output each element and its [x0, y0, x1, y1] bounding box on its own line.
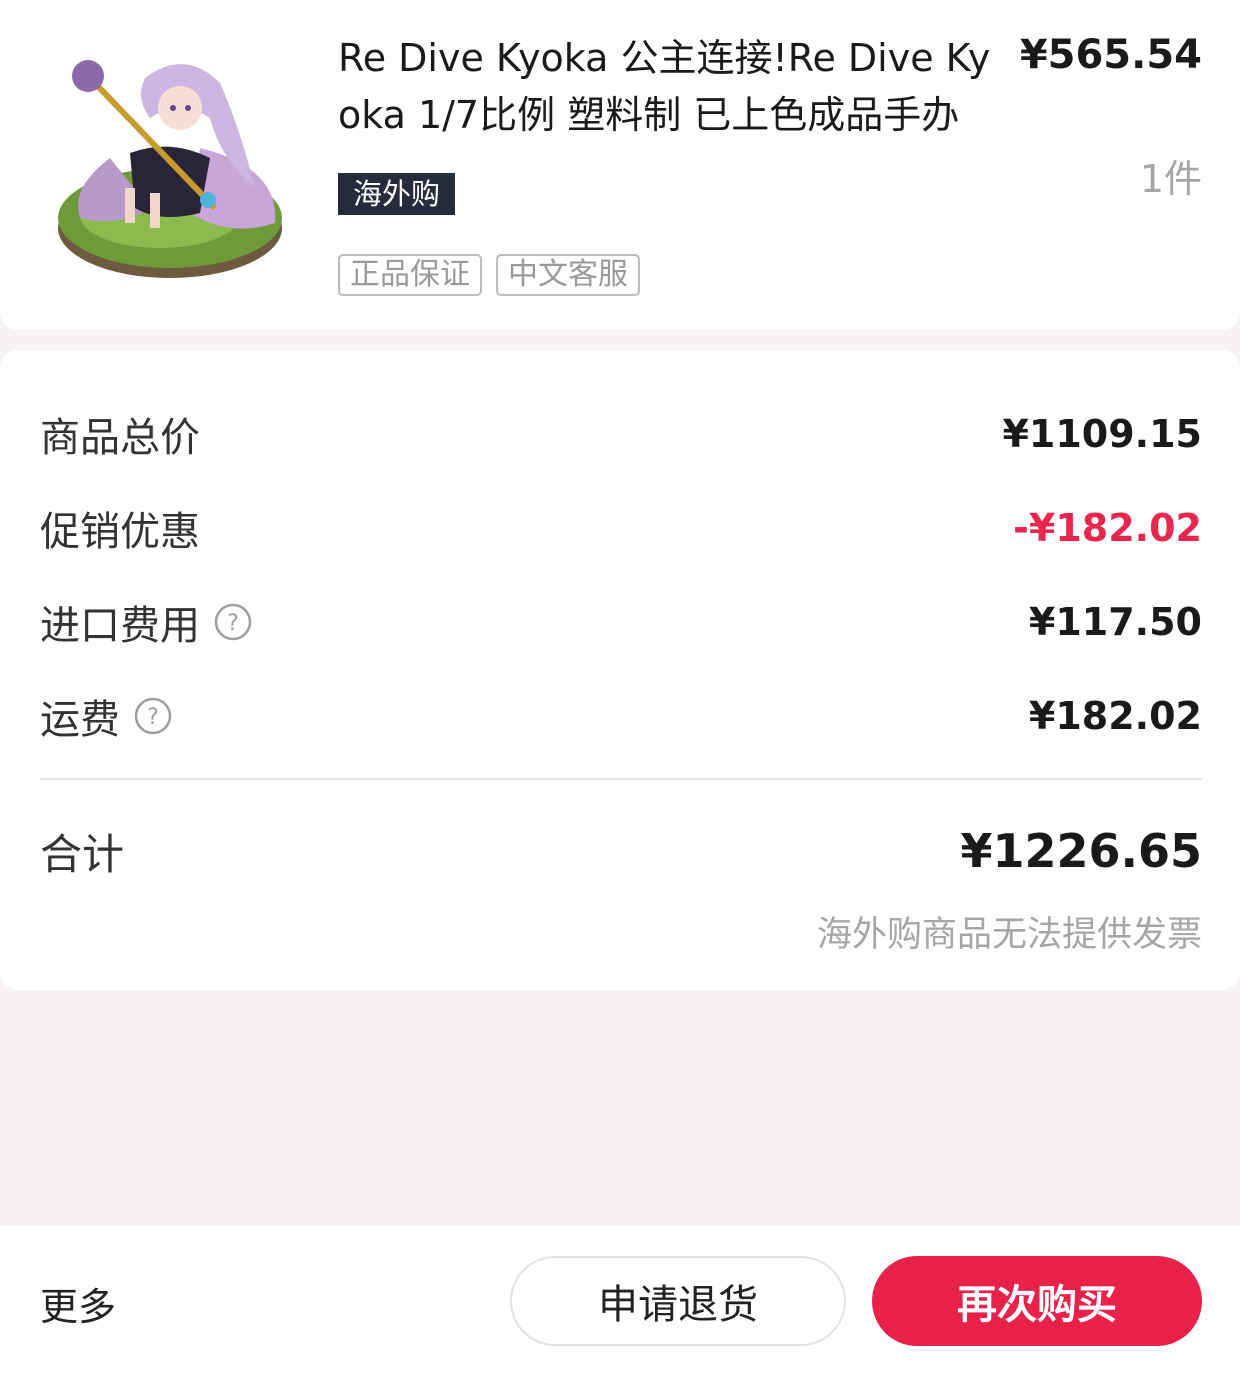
tag-authentic: 正品保证: [338, 254, 482, 296]
question-circle-icon[interactable]: ?: [214, 603, 252, 641]
summary-label: 运费: [40, 697, 120, 743]
question-circle-icon[interactable]: ?: [134, 697, 172, 735]
total-row: 合计 ¥1226.65: [40, 816, 1202, 886]
summary-value: ¥117.50: [1028, 600, 1202, 644]
svg-text:?: ?: [147, 705, 159, 730]
divider: [40, 778, 1202, 780]
product-title[interactable]: Re Dive Kyoka 公主连接!Re Dive Kyoka 1/7比例 塑…: [338, 30, 998, 144]
price-summary-card: 商品总价 ¥1109.15 促销优惠 -¥182.02 进口费用 ? ¥117.…: [0, 350, 1240, 990]
buy-again-button[interactable]: 再次购买: [872, 1256, 1202, 1346]
bottom-action-bar: 更多 申请退货 再次购买: [0, 1226, 1240, 1374]
summary-row-subtotal: 商品总价 ¥1109.15: [40, 404, 1202, 464]
total-value: ¥1226.65: [960, 824, 1202, 878]
summary-value: ¥182.02: [1028, 694, 1202, 738]
service-tags: 正品保证 中文客服: [338, 254, 640, 296]
summary-label: 商品总价: [40, 415, 200, 461]
svg-text:?: ?: [227, 611, 239, 636]
summary-label: 进口费用: [40, 603, 200, 649]
summary-row-discount: 促销优惠 -¥182.02: [40, 498, 1202, 558]
invoice-note: 海外购商品无法提供发票: [816, 915, 1202, 955]
overseas-badge: 海外购: [338, 173, 456, 215]
product-card[interactable]: Re Dive Kyoka 公主连接!Re Dive Kyoka 1/7比例 塑…: [0, 0, 1240, 330]
summary-row-shipping: 运费 ? ¥182.02: [40, 686, 1202, 746]
summary-row-import-fee: 进口费用 ? ¥117.50: [40, 592, 1202, 652]
more-button[interactable]: 更多: [40, 1276, 116, 1331]
summary-value: ¥1109.15: [1002, 412, 1202, 456]
return-request-button[interactable]: 申请退货: [510, 1256, 846, 1346]
summary-value-discount: -¥182.02: [1013, 506, 1202, 550]
total-label: 合计: [40, 829, 125, 879]
summary-label: 促销优惠: [40, 509, 200, 555]
product-image[interactable]: [50, 38, 290, 288]
tag-chinese-service: 中文客服: [496, 254, 640, 296]
product-quantity: 1件: [1139, 157, 1202, 201]
product-price: ¥565.54: [1019, 32, 1202, 78]
